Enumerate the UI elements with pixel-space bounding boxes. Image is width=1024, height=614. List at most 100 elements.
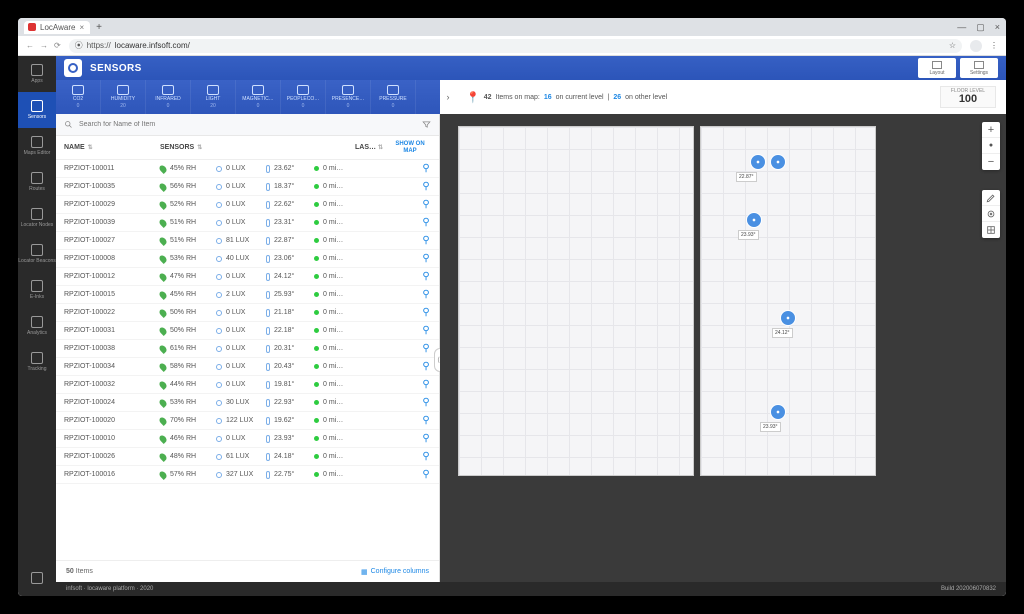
show-on-map-pin[interactable]: ⚲ — [421, 469, 431, 480]
table-row[interactable]: RPZIOT-10003150% RH0 LUX22.18°0 mi…⚲ — [56, 322, 439, 340]
map-sensor-pin[interactable] — [746, 212, 762, 228]
table-row[interactable]: RPZIOT-10001145% RH0 LUX23.62°0 mi…⚲ — [56, 160, 439, 178]
sidebar-item-e-inks[interactable]: E-Inks — [18, 272, 56, 308]
category-light[interactable]: LIGHT20 — [191, 80, 236, 114]
window-minimize-icon[interactable]: — — [957, 22, 966, 33]
table-row[interactable]: RPZIOT-10003244% RH0 LUX19.81°0 mi…⚲ — [56, 376, 439, 394]
table-row[interactable]: RPZIOT-10003556% RH0 LUX18.37°0 mi…⚲ — [56, 178, 439, 196]
table-row[interactable]: RPZIOT-10002250% RH0 LUX21.18°0 mi…⚲ — [56, 304, 439, 322]
table-row[interactable]: RPZIOT-10001247% RH0 LUX24.12°0 mi…⚲ — [56, 268, 439, 286]
sidebar-item-locator-nodes[interactable]: Locator Nodes — [18, 200, 56, 236]
browser-tab[interactable]: LocAware × — [24, 21, 90, 34]
settings-button[interactable]: Settings — [960, 58, 998, 78]
window-maximize-icon[interactable]: ▢ — [976, 22, 985, 33]
table-row[interactable]: RPZIOT-10002070% RH122 LUX19.62°0 mi…⚲ — [56, 412, 439, 430]
cell-name: RPZIOT-100024 — [64, 399, 160, 406]
sidebar-icon — [31, 100, 43, 112]
category-peopleco[interactable]: PEOPLECO…0 — [281, 80, 326, 114]
map-sensor-pin[interactable] — [770, 154, 786, 170]
col-last-header[interactable]: LAS…⇅ — [355, 144, 389, 151]
target-tool-button[interactable] — [982, 206, 1000, 222]
table-row[interactable]: RPZIOT-10000853% RH40 LUX23.06°0 mi…⚲ — [56, 250, 439, 268]
footer-count: 50 — [66, 568, 74, 575]
table-row[interactable]: RPZIOT-10001046% RH0 LUX23.93°0 mi…⚲ — [56, 430, 439, 448]
category-magnetic[interactable]: MAGNETIC…0 — [236, 80, 281, 114]
table-row[interactable]: RPZIOT-10002453% RH30 LUX22.93°0 mi…⚲ — [56, 394, 439, 412]
col-name-header[interactable]: NAME⇅ — [64, 144, 160, 151]
table-row[interactable]: RPZIOT-10002952% RH0 LUX22.62°0 mi…⚲ — [56, 196, 439, 214]
show-on-map-pin[interactable]: ⚲ — [421, 325, 431, 336]
sidebar-item-locator-beacons[interactable]: Locator Beacons — [18, 236, 56, 272]
new-tab-button[interactable]: + — [96, 22, 102, 33]
sidebar-item-sensors[interactable]: Sensors — [18, 92, 56, 128]
nav-back-icon[interactable]: ← — [26, 41, 34, 50]
status-dot-icon — [314, 166, 319, 171]
url-bar[interactable]: ⦿ https://locaware.infsoft.com/ ☆ — [69, 39, 962, 53]
cell-name: RPZIOT-100034 — [64, 363, 160, 370]
show-on-map-pin[interactable]: ⚲ — [421, 199, 431, 210]
category-presence[interactable]: PRESENCE…0 — [326, 80, 371, 114]
show-on-map-pin[interactable]: ⚲ — [421, 343, 431, 354]
show-on-map-pin[interactable]: ⚲ — [421, 415, 431, 426]
sidebar-item-apps[interactable]: Apps — [18, 56, 56, 92]
floorplan-canvas[interactable]: 22.87°23.93°24.12°23.93° + ● − — [440, 114, 1006, 582]
profile-avatar[interactable] — [970, 40, 982, 52]
search-input[interactable] — [79, 121, 416, 128]
table-row[interactable]: RPZIOT-10003951% RH0 LUX23.31°0 mi…⚲ — [56, 214, 439, 232]
sidebar-item-routes[interactable]: Routes — [18, 164, 56, 200]
show-on-map-pin[interactable]: ⚲ — [421, 433, 431, 444]
light-icon — [216, 184, 222, 190]
show-on-map-pin[interactable]: ⚲ — [421, 289, 431, 300]
show-on-map-pin[interactable]: ⚲ — [421, 451, 431, 462]
temp-value: 18.37° — [274, 183, 310, 190]
zoom-dot-button[interactable]: ● — [982, 138, 1000, 154]
configure-columns-button[interactable]: ▦Configure columns — [361, 568, 429, 576]
nav-forward-icon[interactable]: → — [40, 41, 48, 50]
map-sensor-pin[interactable] — [780, 310, 796, 326]
close-tab-icon[interactable]: × — [79, 23, 84, 32]
window-close-icon[interactable]: × — [995, 22, 1000, 33]
table-row[interactable]: RPZIOT-10002648% RH61 LUX24.18°0 mi…⚲ — [56, 448, 439, 466]
sidebar-logout[interactable] — [18, 560, 56, 596]
table-row[interactable]: RPZIOT-10002751% RH81 LUX22.87°0 mi…⚲ — [56, 232, 439, 250]
filter-icon[interactable] — [422, 120, 431, 129]
map-sensor-label: 24.12° — [772, 328, 793, 338]
sidebar-item-maps-editor[interactable]: Maps Editor — [18, 128, 56, 164]
browser-menu-icon[interactable]: ⋮ — [990, 41, 998, 50]
sidebar-item-analytics[interactable]: Analytics — [18, 308, 56, 344]
star-icon[interactable]: ☆ — [949, 41, 956, 50]
show-on-map-pin[interactable]: ⚲ — [421, 379, 431, 390]
show-on-map-pin[interactable]: ⚲ — [421, 397, 431, 408]
show-on-map-pin[interactable]: ⚲ — [421, 235, 431, 246]
category-humidity[interactable]: HUMIDITY20 — [101, 80, 146, 114]
show-on-map-pin[interactable]: ⚲ — [421, 271, 431, 282]
table-body[interactable]: RPZIOT-10001145% RH0 LUX23.62°0 mi…⚲RPZI… — [56, 160, 439, 560]
sidebar-item-tracking[interactable]: Tracking — [18, 344, 56, 380]
category-icon — [342, 85, 354, 95]
category-co[interactable]: CO20 — [56, 80, 101, 114]
grid-tool-button[interactable] — [982, 222, 1000, 238]
category-pressure[interactable]: PRESSURE0 — [371, 80, 416, 114]
floor-selector[interactable]: FLOOR LEVEL 100 — [940, 86, 996, 108]
nav-reload-icon[interactable]: ⟳ — [54, 41, 61, 50]
show-on-map-pin[interactable]: ⚲ — [421, 181, 431, 192]
table-row[interactable]: RPZIOT-10001545% RH2 LUX25.93°0 mi…⚲ — [56, 286, 439, 304]
show-on-map-pin[interactable]: ⚲ — [421, 253, 431, 264]
table-row[interactable]: RPZIOT-10001657% RH327 LUX22.75°0 mi…⚲ — [56, 466, 439, 484]
table-row[interactable]: RPZIOT-10003458% RH0 LUX20.43°0 mi…⚲ — [56, 358, 439, 376]
zoom-out-button[interactable]: − — [982, 154, 1000, 170]
show-on-map-pin[interactable]: ⚲ — [421, 361, 431, 372]
show-on-map-pin[interactable]: ⚲ — [421, 217, 431, 228]
map-sensor-pin[interactable] — [770, 404, 786, 420]
show-on-map-pin[interactable]: ⚲ — [421, 163, 431, 174]
col-sensors-header[interactable]: SENSORS⇅ — [160, 144, 222, 151]
category-scroll-right[interactable]: › — [440, 80, 456, 114]
edit-tool-button[interactable] — [982, 190, 1000, 206]
zoom-in-button[interactable]: + — [982, 122, 1000, 138]
layout-button[interactable]: Layout — [918, 58, 956, 78]
humidity-value: 57% RH — [170, 471, 212, 478]
table-row[interactable]: RPZIOT-10003861% RH0 LUX20.31°0 mi…⚲ — [56, 340, 439, 358]
map-sensor-pin[interactable] — [750, 154, 766, 170]
category-infrared[interactable]: INFRARED0 — [146, 80, 191, 114]
show-on-map-pin[interactable]: ⚲ — [421, 307, 431, 318]
